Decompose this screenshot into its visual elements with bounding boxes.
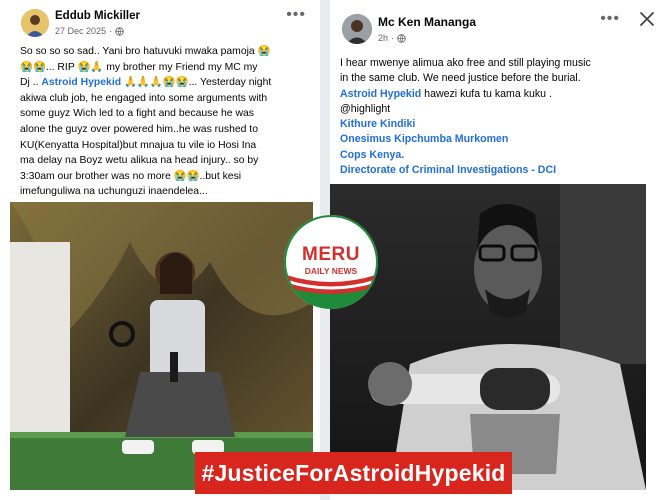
post-text-line: imefunguliwa na uchunguzi inaendelea... bbox=[20, 186, 208, 198]
mention-link[interactable]: Directorate of Criminal Investigations -… bbox=[340, 163, 660, 178]
left-post-text: So so so so sad.. Yani bro hatuvuki mwak… bbox=[20, 44, 316, 200]
meta-separator: · bbox=[109, 26, 113, 36]
author-avatar[interactable] bbox=[21, 9, 49, 37]
meta-separator: · bbox=[391, 33, 395, 43]
left-post-card: Eddub Mickiller 27 Dec 2025 · ••• So so … bbox=[0, 0, 320, 500]
left-post-header: Eddub Mickiller 27 Dec 2025 · ••• bbox=[0, 0, 320, 44]
post-text-line: akiwa club job, he engaged into some arg… bbox=[20, 92, 268, 104]
logo-line2: DAILY NEWS bbox=[304, 266, 358, 276]
post-text-segment: Dj .. bbox=[20, 77, 42, 89]
author-name[interactable]: Mc Ken Mananga bbox=[378, 15, 476, 29]
post-text-line: Dj .. Astroid Hypekid 🙏🙏🙏😭😭... Yesterday… bbox=[20, 75, 316, 91]
post-text-line: 3:30am our brother was no more 😭😭..but k… bbox=[20, 170, 242, 182]
post-text-line: Astroid Hypekid hawezi kufa tu kama kuku… bbox=[340, 87, 660, 102]
author-avatar[interactable] bbox=[342, 14, 372, 44]
mention-link[interactable]: Astroid Hypekid bbox=[41, 77, 121, 88]
right-post-header: Mc Ken Mananga 2h · ••• bbox=[330, 0, 666, 44]
post-text-line: So so so so sad.. Yani bro hatuvuki mwak… bbox=[20, 46, 271, 57]
post-text-segment: hawezi kufa tu kama kuku . bbox=[421, 87, 552, 100]
globe-icon bbox=[115, 26, 124, 36]
globe-icon bbox=[397, 33, 406, 43]
post-text-line: some guyz Wich led to a fight and becaus… bbox=[20, 108, 254, 120]
logo-line1: MERU bbox=[302, 244, 360, 265]
author-name[interactable]: Eddub Mickiller bbox=[55, 10, 140, 22]
post-text-line: KU(Kenyatta Hospital)but mnajua tu vile … bbox=[20, 139, 257, 151]
post-text-line: 😭😭... RIP 😭🙏 my brother my Friend my MC … bbox=[20, 61, 258, 73]
post-meta: 2h · bbox=[378, 33, 406, 43]
highlight-tag[interactable]: @highlight bbox=[340, 102, 660, 117]
post-time[interactable]: 2h bbox=[378, 33, 388, 43]
more-options-icon[interactable]: ••• bbox=[600, 10, 620, 28]
mention-link[interactable]: Cops Kenya. bbox=[340, 148, 660, 163]
meru-daily-news-logo: MERU DAILY NEWS bbox=[283, 214, 379, 310]
mention-link[interactable]: Kithure Kindiki bbox=[340, 117, 660, 132]
post-meta: 27 Dec 2025 · bbox=[55, 26, 124, 36]
mention-link[interactable]: Onesimus Kipchumba Murkomen bbox=[340, 132, 660, 147]
right-post-text: I hear mwenye alimua ako free and still … bbox=[340, 56, 660, 178]
more-options-icon[interactable]: ••• bbox=[286, 6, 306, 24]
post-text-segment: 🙏🙏🙏😭😭... Yesterday night bbox=[121, 77, 272, 89]
mention-link[interactable]: Astroid Hypekid bbox=[340, 88, 421, 100]
post-text-line: I hear mwenye alimua ako free and still … bbox=[340, 57, 591, 69]
left-post-photo[interactable] bbox=[10, 202, 313, 490]
post-text-line: in the same club. We need justice before… bbox=[340, 72, 581, 85]
post-text-line: alone the guyz over powered him..he was … bbox=[20, 123, 258, 135]
close-icon[interactable] bbox=[638, 10, 656, 28]
post-text-line: ma delay na Boyz wetu alikua na head inj… bbox=[20, 155, 259, 167]
justice-hashtag-banner: #JusticeForAstroidHypekid bbox=[195, 452, 512, 494]
post-date[interactable]: 27 Dec 2025 bbox=[55, 26, 106, 36]
